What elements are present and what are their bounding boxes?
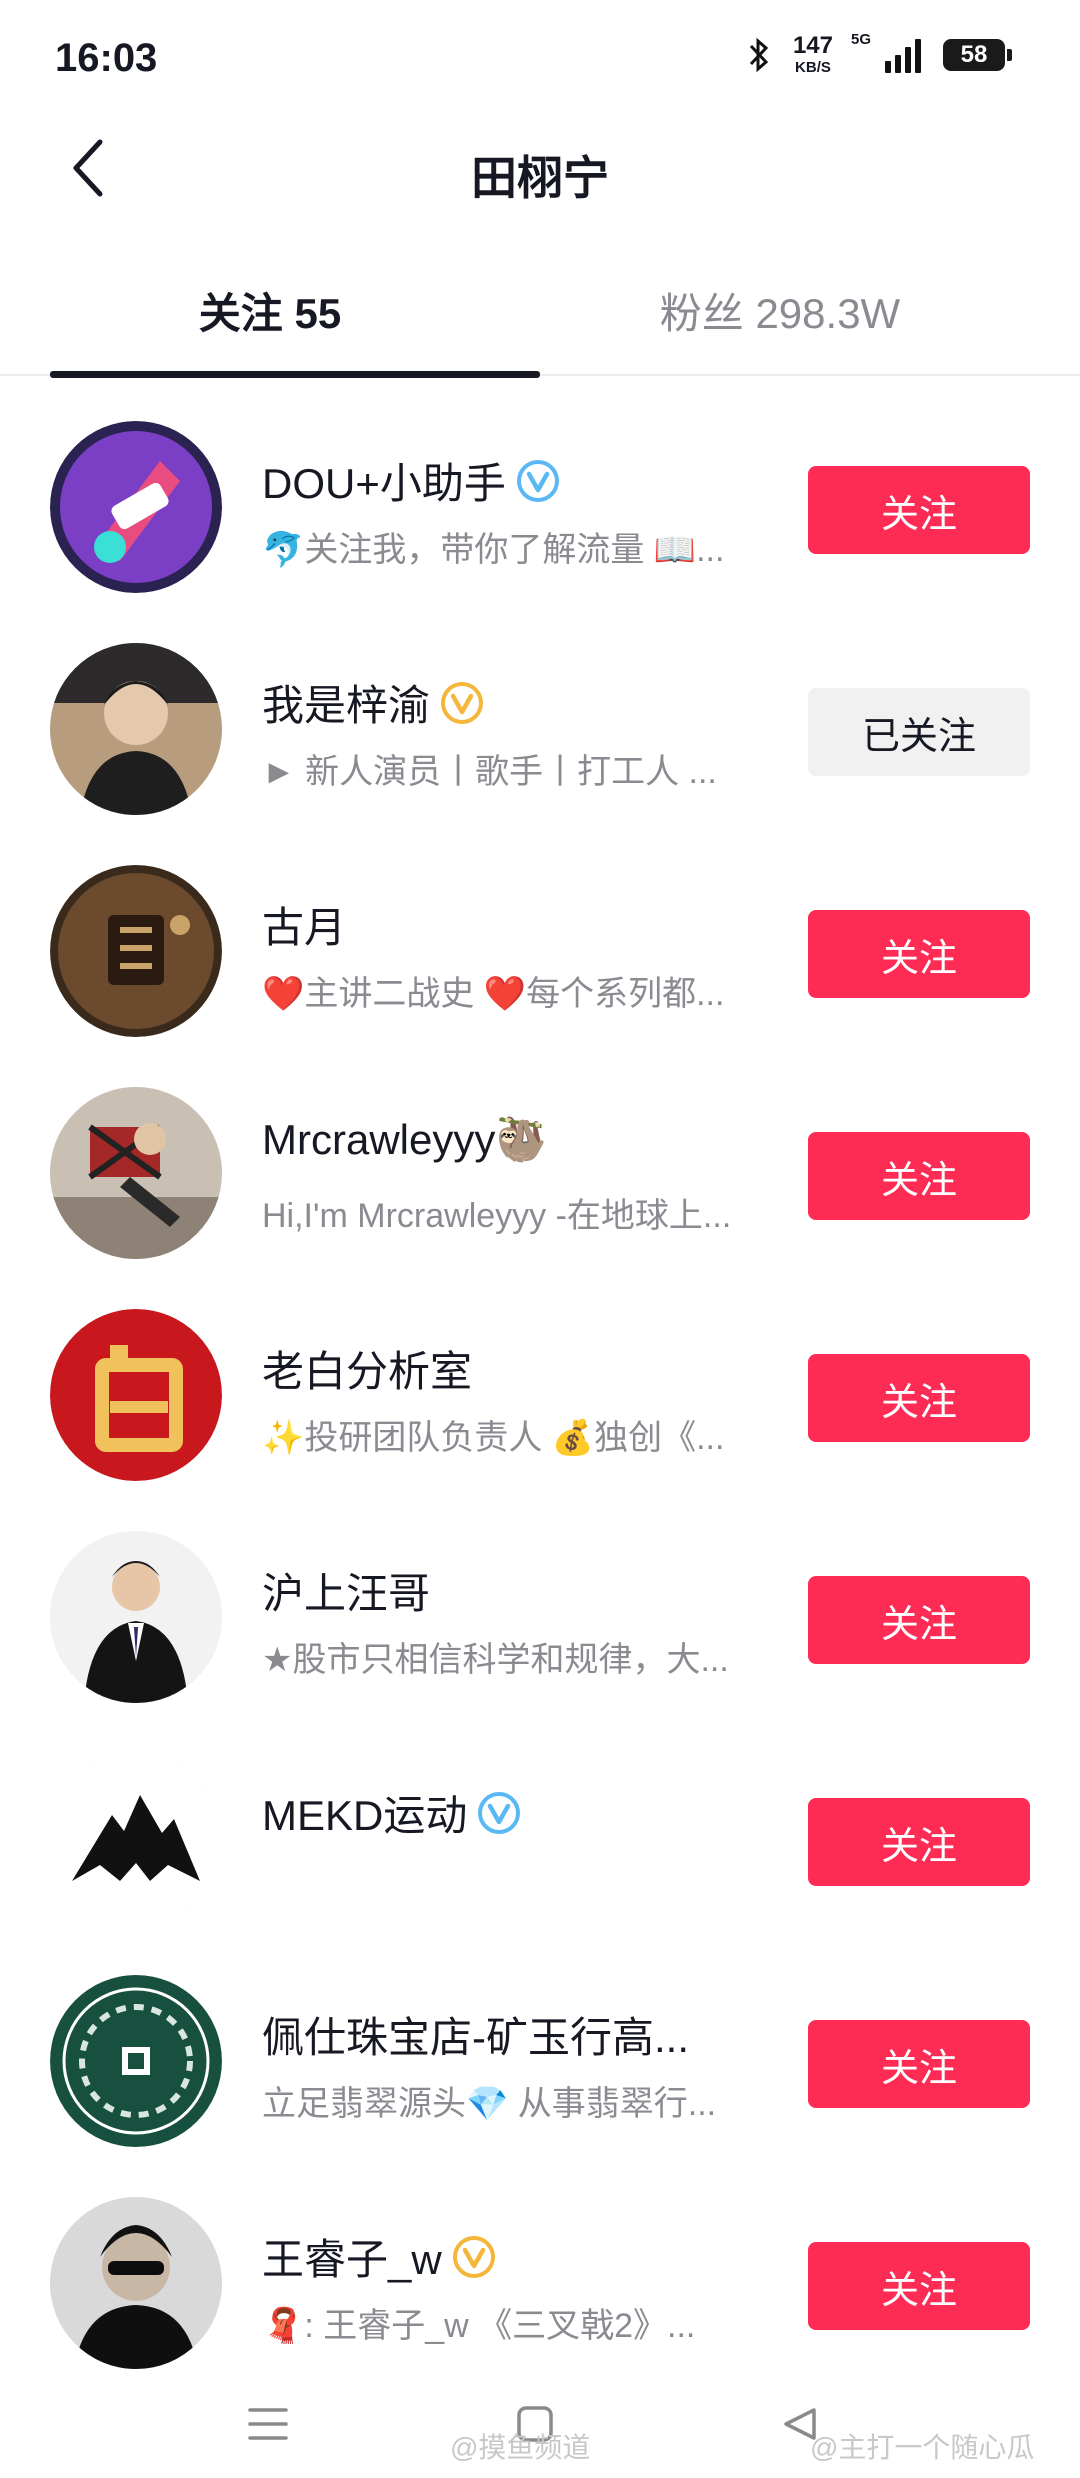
- user-name[interactable]: 佩仕珠宝店-矿玉行高...: [262, 2004, 689, 2065]
- avatar[interactable]: [50, 1309, 222, 1481]
- tab-followers[interactable]: 粉丝 298.3W: [510, 280, 1050, 341]
- verified-blue-icon: [516, 459, 559, 502]
- list-item[interactable]: MEKD运动 关注: [0, 1708, 1080, 1930]
- user-bio: ✨投研团队负责人 💰独创《...: [262, 1419, 725, 1457]
- name-line: 老白分析室: [262, 1338, 472, 1399]
- user-name[interactable]: Mrcrawleyyy🦥: [262, 1116, 548, 1165]
- avatar[interactable]: [50, 1087, 222, 1259]
- network-speed: 147 KB/S: [792, 32, 833, 76]
- follow-button[interactable]: 关注: [808, 1132, 1030, 1220]
- user-name[interactable]: DOU+小助手: [262, 450, 506, 511]
- user-bio: 🐬关注我，带你了解流量 📖...: [262, 531, 725, 569]
- follow-button[interactable]: 关注: [808, 2242, 1030, 2330]
- signal-icon: 5G: [851, 31, 921, 73]
- app-screen: 16:03 147 KB/S 5G 58 田栩宁 关注 55 粉丝 298.3W…: [0, 0, 1080, 2478]
- avatar[interactable]: [50, 1975, 222, 2147]
- tab-bar: 关注 55 粉丝 298.3W: [0, 250, 1080, 378]
- user-name[interactable]: 古月: [262, 894, 346, 955]
- follow-button[interactable]: 关注: [808, 2020, 1030, 2108]
- name-line: 沪上汪哥: [262, 1560, 430, 1621]
- menu-button[interactable]: [238, 2394, 298, 2454]
- status-time: 16:03: [55, 36, 158, 80]
- menu-icon: [248, 2408, 288, 2440]
- name-line: 王睿子_w: [262, 2226, 496, 2287]
- name-line: 我是梓渝: [262, 672, 484, 733]
- user-bio: ★股市只相信科学和规律，大...: [262, 1641, 729, 1679]
- list-item[interactable]: 古月 ❤️主讲二战史 ❤️每个系列都... 关注: [0, 820, 1080, 1042]
- verified-gold-icon: [452, 2235, 495, 2278]
- verified-blue-icon: [478, 1791, 521, 1834]
- list-item[interactable]: 佩仕珠宝店-矿玉行高... 立足翡翠源头💎 从事翡翠行... 关注: [0, 1930, 1080, 2152]
- user-name[interactable]: 我是梓渝: [262, 672, 430, 733]
- avatar[interactable]: [50, 1753, 222, 1925]
- avatar[interactable]: [50, 643, 222, 815]
- avatar[interactable]: [50, 865, 222, 1037]
- follow-button[interactable]: 关注: [808, 1576, 1030, 1664]
- page-title: 田栩宁: [471, 152, 609, 204]
- name-line: DOU+小助手: [262, 450, 560, 511]
- list-item[interactable]: 老白分析室 ✨投研团队负责人 💰独创《... 关注: [0, 1264, 1080, 1486]
- list-item[interactable]: Mrcrawleyyy🦥 Hi,I'm Mrcrawleyyy -在地球上...…: [0, 1042, 1080, 1264]
- list-item[interactable]: 王睿子_w 🧣: 王睿子_w 《三叉戟2》... 关注: [0, 2152, 1080, 2374]
- battery-icon: 58: [943, 38, 1012, 71]
- user-bio: 立足翡翠源头💎 从事翡翠行...: [262, 2085, 717, 2123]
- user-bio: Hi,I'm Mrcrawleyyy -在地球上...: [262, 1197, 732, 1235]
- list-item[interactable]: DOU+小助手 🐬关注我，带你了解流量 📖... 关注: [0, 376, 1080, 598]
- list-item[interactable]: 沪上汪哥 ★股市只相信科学和规律，大... 关注: [0, 1486, 1080, 1708]
- following-list: DOU+小助手 🐬关注我，带你了解流量 📖... 关注 我是梓渝 ► 新人演员丨…: [0, 376, 1080, 2374]
- watermark: @主打一个随心瓜: [810, 2432, 1035, 2463]
- name-line: MEKD运动: [262, 1782, 521, 1843]
- user-bio: 🧣: 王睿子_w 《三叉戟2》...: [262, 2307, 696, 2345]
- status-icons: 147 KB/S 5G 58: [747, 31, 1012, 76]
- name-line: Mrcrawleyyy🦥: [262, 1116, 548, 1165]
- user-bio: ❤️主讲二战史 ❤️每个系列都...: [262, 975, 725, 1013]
- follow-button[interactable]: 关注: [808, 1798, 1030, 1886]
- status-bar: 16:03 147 KB/S 5G 58: [0, 0, 1080, 120]
- avatar[interactable]: [50, 1531, 222, 1703]
- system-nav-bar: @摸鱼频道 @主打一个随心瓜: [0, 2368, 1080, 2478]
- avatar[interactable]: [50, 2197, 222, 2369]
- following-button[interactable]: 已关注: [808, 688, 1030, 776]
- user-name[interactable]: 沪上汪哥: [262, 1560, 430, 1621]
- header: 田栩宁: [0, 120, 1080, 220]
- user-name[interactable]: 老白分析室: [262, 1338, 472, 1399]
- bluetooth-icon: [747, 36, 771, 74]
- verified-gold-icon: [441, 681, 484, 724]
- follow-button[interactable]: 关注: [808, 466, 1030, 554]
- name-line: 古月: [262, 894, 346, 955]
- follow-button[interactable]: 关注: [808, 910, 1030, 998]
- user-name[interactable]: MEKD运动: [262, 1782, 467, 1843]
- follow-button[interactable]: 关注: [808, 1354, 1030, 1442]
- name-line: 佩仕珠宝店-矿玉行高...: [262, 2004, 689, 2065]
- avatar[interactable]: [50, 421, 222, 593]
- user-name[interactable]: 王睿子_w: [262, 2226, 442, 2287]
- watermark: @摸鱼频道: [450, 2432, 591, 2463]
- list-item[interactable]: 我是梓渝 ► 新人演员丨歌手丨打工人 ... 已关注: [0, 598, 1080, 820]
- user-bio: ► 新人演员丨歌手丨打工人 ...: [262, 753, 717, 791]
- tab-following[interactable]: 关注 55: [0, 280, 540, 341]
